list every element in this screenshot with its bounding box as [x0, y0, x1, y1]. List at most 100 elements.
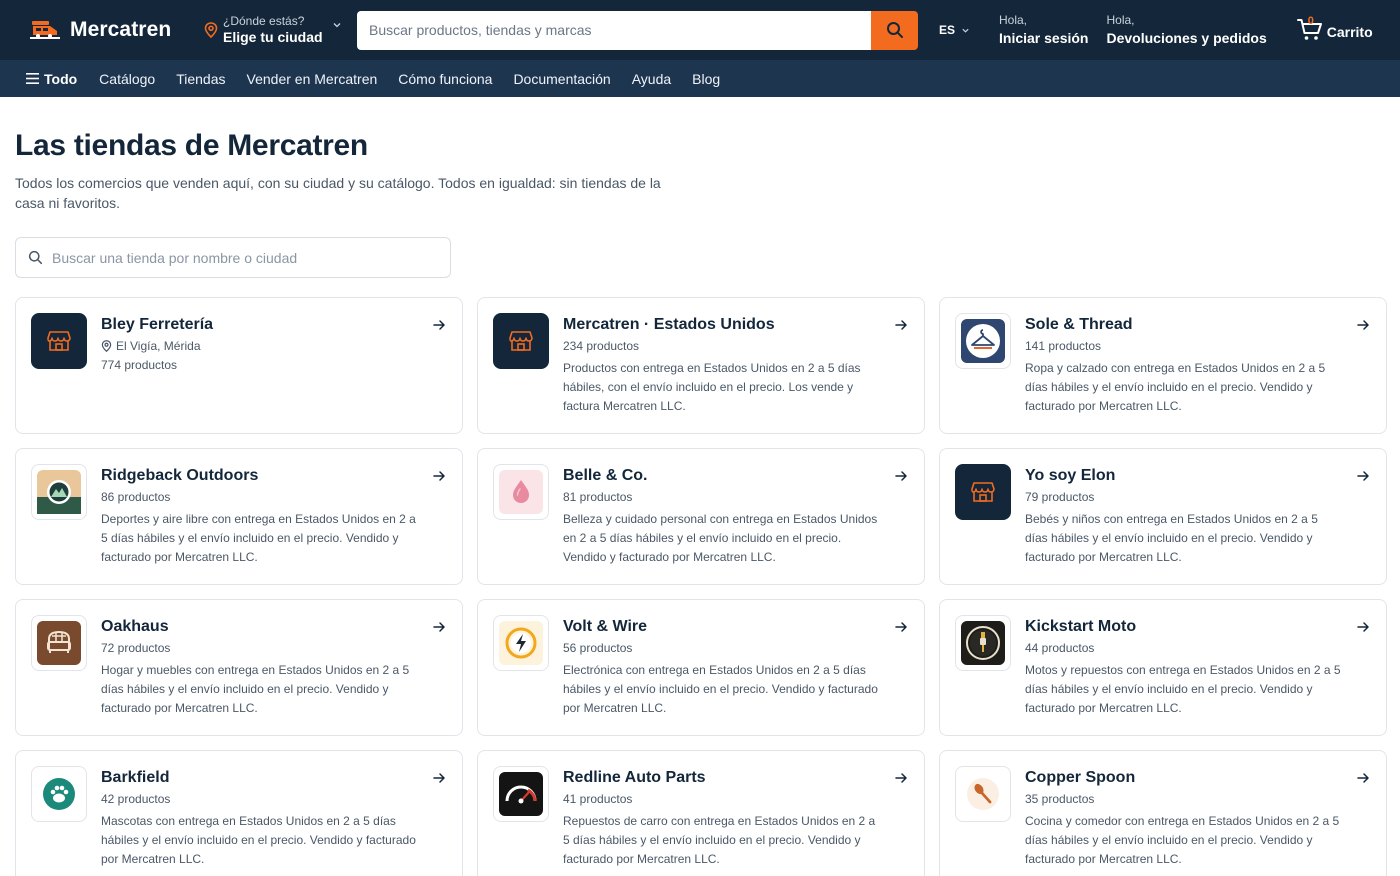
store-logo — [31, 766, 87, 822]
store-description: Cocina y comedor con entrega en Estados … — [1025, 814, 1340, 866]
store-name: Oakhaus — [101, 618, 169, 635]
nav-link-sell[interactable]: Vender en Mercatren — [247, 71, 378, 87]
global-search-input[interactable] — [357, 10, 871, 50]
arrow-right-icon — [895, 773, 907, 783]
nav-all-menu[interactable]: Todo — [26, 71, 77, 87]
store-logo — [493, 464, 549, 520]
language-selector[interactable]: ES — [939, 23, 981, 37]
store-product-count: 81 productos — [563, 490, 633, 504]
cart-button[interactable]: 0 Carrito — [1296, 15, 1373, 42]
store-description: Motos y repuestos con entrega en Estados… — [1025, 663, 1341, 715]
store-logo — [31, 313, 87, 369]
store-card[interactable]: Belle & Co. 81 productos Belleza y cuida… — [477, 448, 925, 585]
store-name: Barkfield — [101, 769, 170, 786]
location-prompt: ¿Dónde estás? — [223, 13, 305, 28]
orders-greeting: Hola, — [1106, 13, 1135, 28]
store-description: Electrónica con entrega en Estados Unido… — [563, 663, 878, 715]
store-description: Ropa y calzado con entrega en Estados Un… — [1025, 361, 1326, 413]
store-card[interactable]: Kickstart Moto 44 productos Motos y repu… — [939, 599, 1387, 736]
store-card[interactable]: Mercatren · Estados Unidos 234 productos… — [477, 297, 925, 434]
location-selector[interactable]: ¿Dónde estás? Elige tu ciudad — [204, 14, 352, 47]
page-subtitle: Todos los comercios que venden aquí, con… — [15, 175, 661, 211]
chevron-down-icon — [333, 23, 341, 28]
store-card[interactable]: Redline Auto Parts 41 productos Repuesto… — [477, 750, 925, 876]
brand-logo-link[interactable]: Mercatren — [30, 18, 200, 42]
store-name: Ridgeback Outdoors — [101, 467, 259, 484]
store-logo — [955, 464, 1011, 520]
store-icon — [47, 331, 71, 351]
stores-grid: Bley Ferretería El Vigía, Mérida 774 pro… — [15, 297, 1387, 876]
store-card[interactable]: Ridgeback Outdoors 86 productos Deportes… — [15, 448, 463, 585]
arrow-right-icon — [1357, 773, 1369, 783]
store-location-text: El Vigía, Mérida — [116, 339, 201, 353]
store-product-count: 42 productos — [101, 792, 171, 806]
store-product-count: 44 productos — [1025, 641, 1095, 655]
nav-link-docs[interactable]: Documentación — [513, 71, 610, 87]
store-logo — [31, 615, 87, 671]
store-card[interactable]: Yo soy Elon 79 productos Bebés y niños c… — [939, 448, 1387, 585]
store-name: Mercatren · Estados Unidos — [563, 316, 775, 333]
signin-label: Iniciar sesión — [999, 29, 1089, 46]
store-icon — [509, 331, 533, 351]
armchair-icon — [37, 621, 81, 665]
location-value: Elige tu ciudad — [223, 28, 323, 45]
speedometer-icon — [499, 772, 543, 816]
global-search-button[interactable] — [871, 10, 918, 50]
cart-label: Carrito — [1326, 24, 1373, 40]
store-card[interactable]: Volt & Wire 56 productos Electrónica con… — [477, 599, 925, 736]
store-card[interactable]: Oakhaus 72 productos Hogar y muebles con… — [15, 599, 463, 736]
store-product-count: 141 productos — [1025, 339, 1102, 353]
store-name: Sole & Thread — [1025, 316, 1133, 333]
category-nav: Todo Catálogo Tiendas Vender en Mercatre… — [0, 60, 1400, 97]
store-name: Bley Ferretería — [101, 316, 214, 333]
cart-count-badge: 0 — [1307, 15, 1314, 27]
arrow-right-icon — [1357, 622, 1369, 632]
bolt-icon — [499, 621, 543, 665]
store-description: Productos con entrega en Estados Unidos … — [563, 361, 861, 413]
store-product-count: 41 productos — [563, 792, 633, 806]
nav-link-how-it-works[interactable]: Cómo funciona — [398, 71, 492, 87]
store-description: Mascotas con entrega en Estados Unidos e… — [101, 814, 416, 866]
search-icon — [886, 22, 903, 38]
store-logo — [493, 313, 549, 369]
paw-icon — [43, 778, 75, 810]
location-pin-icon — [204, 22, 218, 38]
store-card[interactable]: Sole & Thread 141 productos Ropa y calza… — [939, 297, 1387, 434]
store-name: Volt & Wire — [563, 618, 648, 635]
orders-label: Devoluciones y pedidos — [1106, 29, 1267, 46]
store-description: Belleza y cuidado personal con entrega e… — [563, 512, 878, 564]
store-name: Kickstart Moto — [1025, 618, 1137, 635]
store-product-count: 72 productos — [101, 641, 171, 655]
store-description: Hogar y muebles con entrega en Estados U… — [101, 663, 410, 715]
arrow-right-icon — [895, 320, 907, 330]
global-search — [357, 10, 918, 50]
store-logo — [493, 615, 549, 671]
store-product-count: 79 productos — [1025, 490, 1095, 504]
store-name: Yo soy Elon — [1025, 467, 1116, 484]
nav-link-blog[interactable]: Blog — [692, 71, 720, 87]
top-header: Mercatren ¿Dónde estás? Elige tu ciudad … — [0, 0, 1400, 60]
signin-link[interactable]: Hola, Iniciar sesión — [999, 13, 1088, 47]
store-filter-input[interactable] — [52, 249, 438, 266]
arrow-right-icon — [433, 320, 445, 330]
store-product-count: 86 productos — [101, 490, 171, 504]
drop-icon — [499, 470, 543, 514]
nav-link-catalog[interactable]: Catálogo — [99, 71, 155, 87]
store-name: Belle & Co. — [563, 467, 648, 484]
store-product-count: 774 productos — [101, 358, 178, 372]
store-icon — [971, 482, 995, 502]
arrow-right-icon — [895, 471, 907, 481]
store-card[interactable]: Copper Spoon 35 productos Cocina y comed… — [939, 750, 1387, 876]
store-logo — [955, 615, 1011, 671]
nav-link-stores[interactable]: Tiendas — [176, 71, 225, 87]
store-description: Repuestos de carro con entrega en Estado… — [563, 814, 876, 866]
store-logo — [493, 766, 549, 822]
store-product-count: 234 productos — [563, 339, 640, 353]
store-card[interactable]: Barkfield 42 productos Mascotas con entr… — [15, 750, 463, 876]
orders-link[interactable]: Hola, Devoluciones y pedidos — [1106, 13, 1266, 47]
arrow-right-icon — [433, 471, 445, 481]
arrow-right-icon — [895, 622, 907, 632]
nav-link-help[interactable]: Ayuda — [632, 71, 671, 87]
train-logo-icon — [30, 21, 60, 39]
store-card[interactable]: Bley Ferretería El Vigía, Mérida 774 pro… — [15, 297, 463, 434]
